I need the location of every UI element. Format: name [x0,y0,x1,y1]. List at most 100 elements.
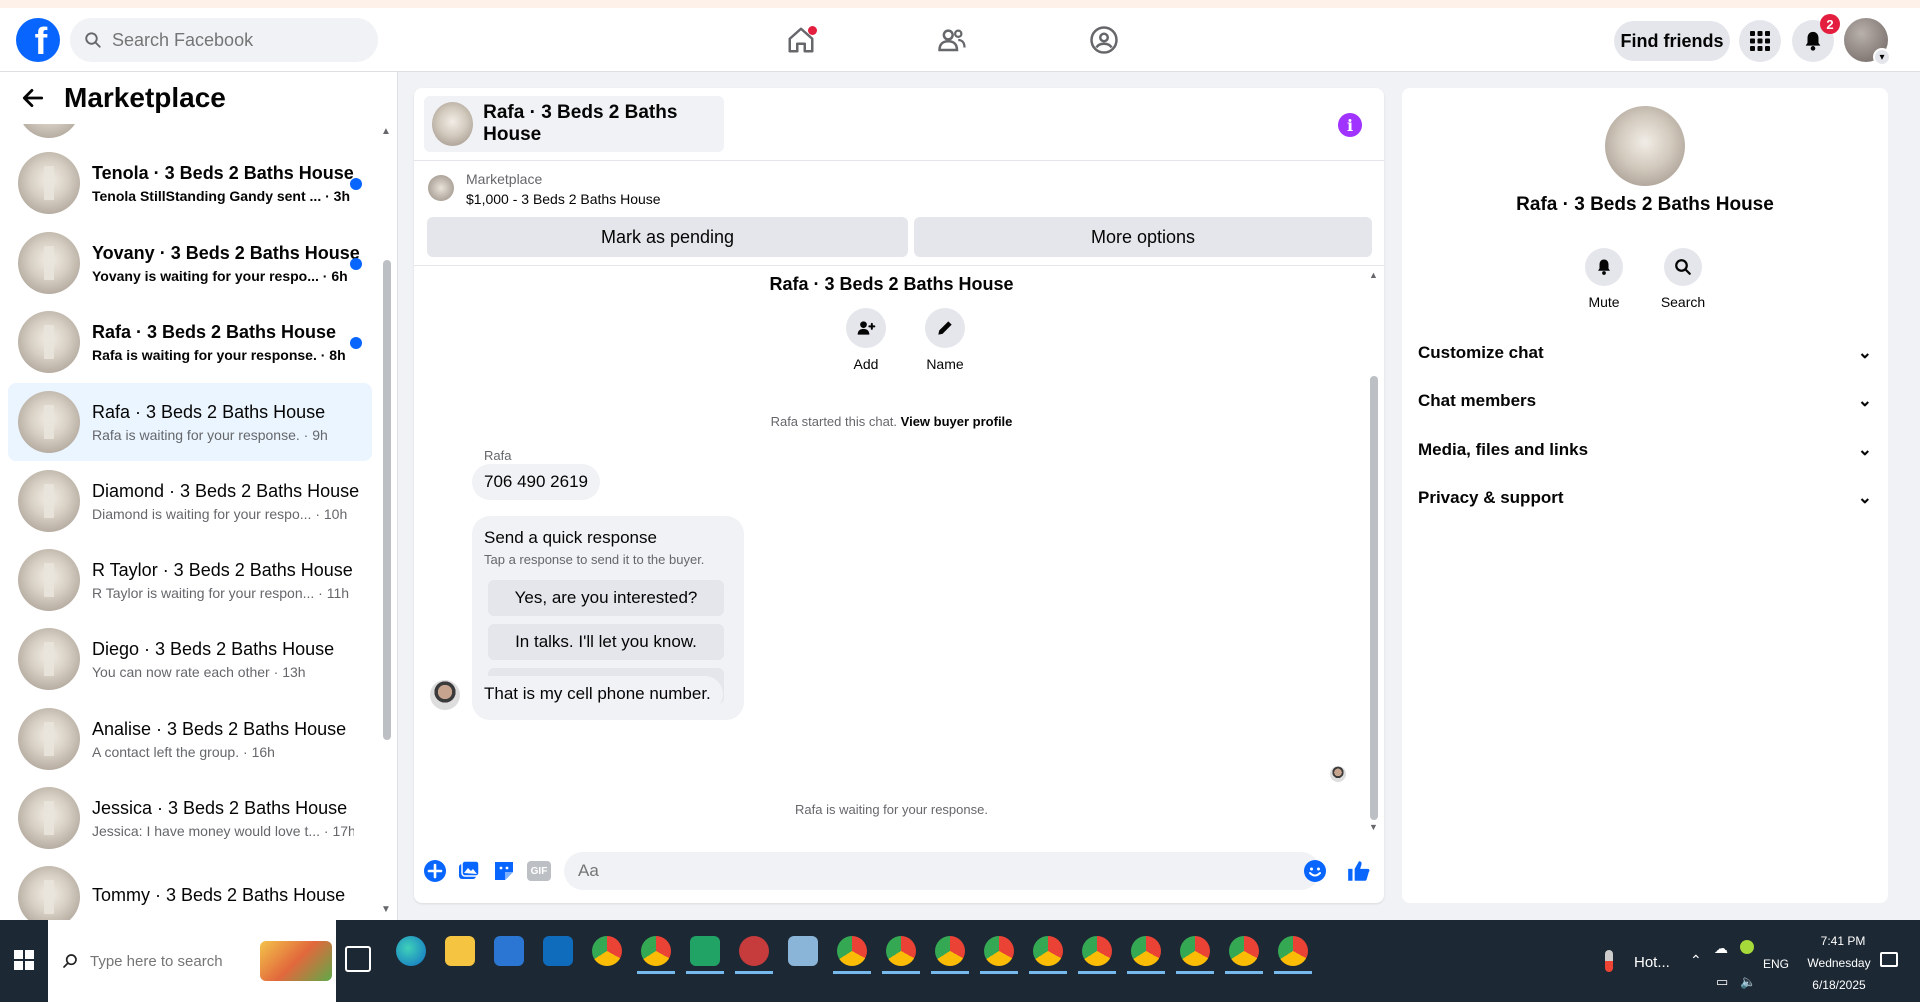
microsoft-store-icon[interactable] [494,936,524,966]
info-icon[interactable]: i [1338,113,1362,137]
quick-response-interested[interactable]: Yes, are you interested? [488,580,724,616]
conversation-item[interactable]: Jessica · 3 Beds 2 Baths House Jessica: I… [8,779,372,857]
facebook-logo[interactable]: f [16,18,60,62]
quick-response-in-talks[interactable]: In talks. I'll let you know. [488,624,724,660]
details-avatar[interactable] [1605,106,1685,186]
mute-action[interactable]: Mute [1569,248,1639,310]
conversation-title: Yovany · 3 Beds 2 Baths House [92,242,360,263]
chrome-window-icon[interactable] [1274,936,1312,974]
back-arrow-icon[interactable] [20,85,46,111]
media-files-links-row[interactable]: Media, files and links ⌄ [1418,428,1872,472]
tray-chevron-up-icon[interactable]: ⌃ [1690,952,1702,969]
chrome-window-icon[interactable] [1078,936,1116,974]
customize-chat-row[interactable]: Customize chat ⌄ [1418,331,1872,375]
thermometer-icon[interactable] [1605,950,1613,972]
chrome-window-icon[interactable] [1176,936,1214,974]
clock-date[interactable]: 6/18/2025 [1796,978,1882,992]
friends-tab[interactable] [932,20,972,60]
outlook-icon[interactable] [543,936,573,966]
weather-text[interactable]: Hot... [1634,954,1670,971]
find-friends-button[interactable]: Find friends [1614,21,1730,61]
sender-avatar[interactable] [430,680,460,710]
thumbs-up-icon[interactable] [1346,858,1372,884]
sidebar-scroll-down-icon[interactable]: ▼ [381,904,391,915]
listing-thumbnail[interactable] [428,175,454,201]
search-input[interactable] [112,29,352,51]
notification-center-icon[interactable] [1880,952,1898,967]
message-bubble-phone[interactable]: 706 490 2619 [472,464,600,500]
conversation-preview: A contact left the group. · 16h [92,743,275,760]
chrome-window-icon[interactable] [1225,936,1263,974]
home-tab[interactable] [781,20,821,60]
mark-as-pending-button[interactable]: Mark as pending [427,217,908,257]
sidebar-scroll-up-icon[interactable]: ▲ [381,126,391,137]
conversation-text: Analise · 3 Beds 2 Baths House A contact … [92,719,354,760]
chrome-window-icon[interactable] [1029,936,1067,974]
task-view-icon[interactable] [345,946,371,972]
language-indicator[interactable]: ENG [1763,957,1789,971]
cloud-icon[interactable]: ☁ [1714,940,1728,957]
file-explorer-icon[interactable] [445,936,475,966]
windows-start-icon[interactable] [14,950,34,970]
thread-scroll-up-icon[interactable]: ▲ [1369,270,1378,280]
sidebar-scrollbar[interactable] [383,260,391,740]
message-input[interactable] [564,852,1320,890]
account-chevron-down-icon[interactable]: ▾ [1873,48,1891,66]
quick-response-subtitle: Tap a response to send it to the buyer. [484,552,705,567]
menu-button[interactable] [1739,20,1781,62]
grid-menu-icon [1750,31,1770,51]
chrome-window-icon[interactable] [833,936,871,974]
message-bubble-cell[interactable]: That is my cell phone number. [472,676,723,712]
thread-scroll-down-icon[interactable]: ▼ [1369,822,1378,832]
chrome-window-icon[interactable] [931,936,969,974]
name-chat-action[interactable]: Name [910,308,980,372]
chrome-window-icon[interactable] [1127,936,1165,974]
notifications-button[interactable]: 2 [1792,14,1840,62]
attach-photo-icon[interactable] [456,858,482,884]
conversation-item[interactable]: Yovany · 3 Beds 2 Baths House Yovany is w… [8,224,372,302]
remote-app-icon[interactable] [735,936,773,974]
status-tray-icon[interactable] [1740,940,1754,954]
chrome-window-icon[interactable] [882,936,920,974]
conversation-title: Jessica · 3 Beds 2 Baths House [92,797,348,818]
view-buyer-profile-link[interactable]: View buyer profile [901,414,1013,429]
edge-browser-icon[interactable] [396,936,426,966]
chrome-profile-icon[interactable] [637,936,675,974]
page-scrollbar[interactable] [1906,72,1920,920]
conversation-thumbnail [18,628,80,690]
search-facebook-box[interactable] [70,18,378,62]
privacy-support-row[interactable]: Privacy & support ⌄ [1418,476,1872,520]
conversation-item[interactable]: Rafa · 3 Beds 2 Baths House Rafa is waiti… [8,383,372,461]
listing-name[interactable]: $1,000 - 3 Beds 2 Baths House [466,191,661,207]
emoji-icon[interactable] [1302,858,1328,884]
conversation-item[interactable]: Diego · 3 Beds 2 Baths House You can now … [8,620,372,698]
chrome-icon[interactable] [592,936,622,966]
more-actions-plus-icon[interactable] [422,858,448,884]
chrome-window-icon[interactable] [980,936,1018,974]
taskbar-search-box[interactable] [48,920,336,1002]
search-label: Search [1660,294,1706,310]
conversation-item[interactable]: Tommy · 3 Beds 2 Baths House [8,858,372,920]
add-people-action[interactable]: Add [831,308,901,372]
clock-day[interactable]: Wednesday [1796,956,1882,970]
conversation-item[interactable]: Tenola · 3 Beds 2 Baths House Tenola Stil… [8,144,372,222]
conversation-item[interactable]: R Taylor · 3 Beds 2 Baths House R Taylor … [8,541,372,619]
clock-time[interactable]: 7:41 PM [1806,934,1880,948]
search-in-chat-action[interactable]: Search [1648,248,1718,310]
network-icon[interactable]: ▭ [1716,974,1728,990]
more-options-button[interactable]: More options [914,217,1372,257]
gif-icon[interactable]: GIF [526,858,552,884]
groups-tab[interactable] [1084,20,1124,60]
spreadsheet-app-icon[interactable] [686,936,724,974]
sticker-icon[interactable] [491,858,517,884]
conversation-item[interactable]: Rafa · 3 Beds 2 Baths House Rafa is waiti… [8,303,372,381]
notes-app-icon[interactable] [788,936,818,966]
chat-header[interactable]: Rafa · 3 Beds 2 Baths House [424,96,724,152]
thread-scrollbar[interactable] [1370,376,1378,820]
search-icon [63,954,77,968]
conversation-item[interactable]: Diamond · 3 Beds 2 Baths House Diamond is… [8,462,372,540]
volume-icon[interactable]: 🔈 [1740,974,1756,990]
chat-members-row[interactable]: Chat members ⌄ [1418,379,1872,423]
taskbar-search-input[interactable] [90,952,260,970]
conversation-item[interactable]: Analise · 3 Beds 2 Baths House A contact … [8,700,372,778]
